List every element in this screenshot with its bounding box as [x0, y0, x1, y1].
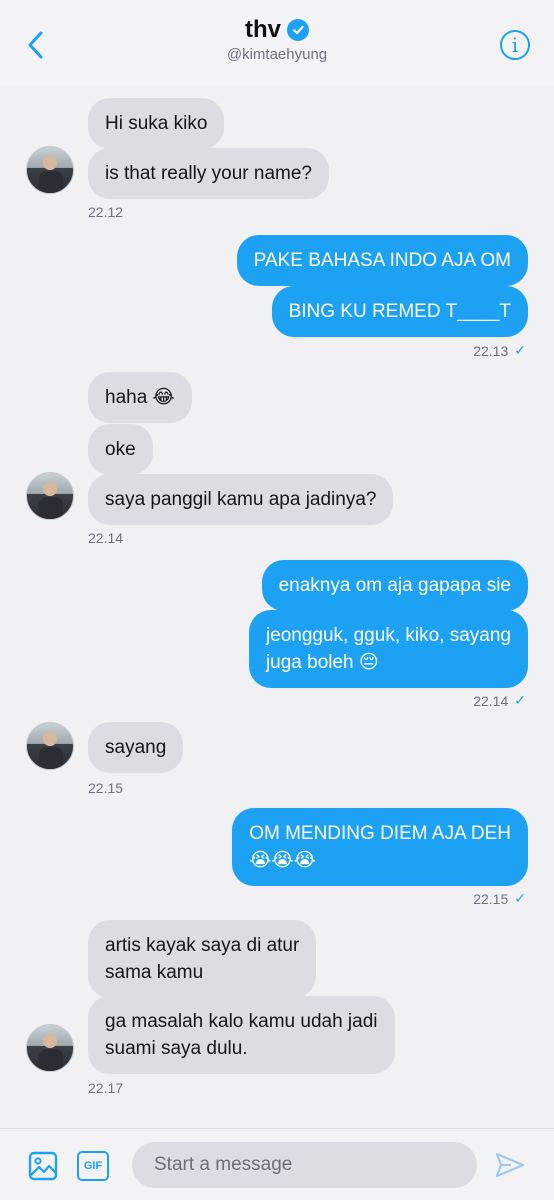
- message-text: Hi suka kiko: [105, 113, 208, 134]
- message-text: haha 😂: [105, 387, 175, 408]
- incoming-message[interactable]: ga masalah kalo kamu udah jadi suami say…: [88, 996, 395, 1074]
- incoming-message[interactable]: is that really your name?: [88, 148, 329, 199]
- sent-check-icon: ✓: [514, 692, 526, 708]
- message-input[interactable]: [132, 1142, 477, 1188]
- message-text: sayang: [105, 737, 167, 758]
- message-text: BING KU REMED T____T: [288, 301, 511, 322]
- message-text-line: suami saya dulu.: [105, 1038, 248, 1059]
- message-text-line: OM MENDING DIEM AJA DEH: [249, 823, 511, 844]
- info-icon: i: [511, 33, 519, 57]
- message-text: saya panggil kamu apa jadinya?: [105, 489, 377, 510]
- timestamp-text: 22.15: [473, 890, 509, 907]
- incoming-message[interactable]: Hi suka kiko: [88, 98, 225, 149]
- sent-check-icon: ✓: [514, 342, 526, 358]
- message-timestamp: 22.15: [88, 780, 124, 796]
- message-text-line: 😭😭😭: [249, 850, 316, 871]
- image-icon[interactable]: [28, 1151, 58, 1181]
- message-timestamp: 22.12: [88, 204, 124, 220]
- outgoing-message[interactable]: BING KU REMED T____T: [271, 286, 528, 337]
- outgoing-message[interactable]: jeongguk, gguk, kiko, sayang juga boleh …: [248, 610, 528, 688]
- message-text-line: juga boleh 😔: [265, 652, 379, 673]
- conversation-header: thv @kimtaehyung i: [0, 0, 554, 86]
- timestamp-text: 22.13: [473, 342, 509, 359]
- message-composer: GIF: [0, 1128, 554, 1200]
- sent-check-icon: ✓: [514, 890, 526, 906]
- verified-badge-icon: [287, 19, 309, 41]
- message-text: PAKE BAHASA INDO AJA OM: [253, 250, 511, 271]
- contact-handle: @kimtaehyung: [226, 46, 328, 63]
- incoming-message[interactable]: saya panggil kamu apa jadinya?: [88, 474, 394, 525]
- message-timestamp: 22.17: [88, 1080, 124, 1096]
- outgoing-message[interactable]: PAKE BAHASA INDO AJA OM: [236, 235, 528, 286]
- gif-label: GIF: [83, 1160, 103, 1172]
- message-text: oke: [105, 439, 136, 460]
- message-text-line: sama kamu: [105, 962, 204, 983]
- incoming-message[interactable]: haha 😂: [88, 372, 192, 423]
- outgoing-message[interactable]: OM MENDING DIEM AJA DEH 😭😭😭: [232, 808, 528, 886]
- message-text: is that really your name?: [105, 163, 312, 184]
- avatar[interactable]: [26, 146, 74, 194]
- incoming-message[interactable]: artis kayak saya di atur sama kamu: [88, 920, 317, 998]
- conversation-title-block[interactable]: thv @kimtaehyung: [0, 16, 554, 63]
- avatar[interactable]: [26, 1024, 74, 1072]
- incoming-message[interactable]: oke: [88, 424, 153, 475]
- message-text-line: ga masalah kalo kamu udah jadi: [105, 1011, 378, 1032]
- message-text-line: jeongguk, gguk, kiko, sayang: [265, 625, 511, 646]
- incoming-message[interactable]: sayang: [88, 722, 184, 773]
- message-text-line: artis kayak saya di atur: [105, 935, 300, 956]
- message-timestamp: 22.13 ✓: [473, 342, 526, 359]
- message-text: enaknya om aja gapapa sie: [278, 575, 511, 596]
- message-timestamp: 22.14 ✓: [473, 692, 526, 709]
- gif-button[interactable]: GIF: [77, 1151, 109, 1181]
- message-timestamp: 22.15 ✓: [473, 890, 526, 907]
- avatar[interactable]: [26, 722, 74, 770]
- outgoing-message[interactable]: enaknya om aja gapapa sie: [261, 560, 528, 611]
- avatar[interactable]: [26, 472, 74, 520]
- info-button[interactable]: i: [500, 30, 530, 60]
- message-timestamp: 22.14: [88, 530, 124, 546]
- timestamp-text: 22.14: [473, 692, 509, 709]
- send-icon[interactable]: [495, 1151, 525, 1179]
- contact-name: thv: [245, 16, 281, 43]
